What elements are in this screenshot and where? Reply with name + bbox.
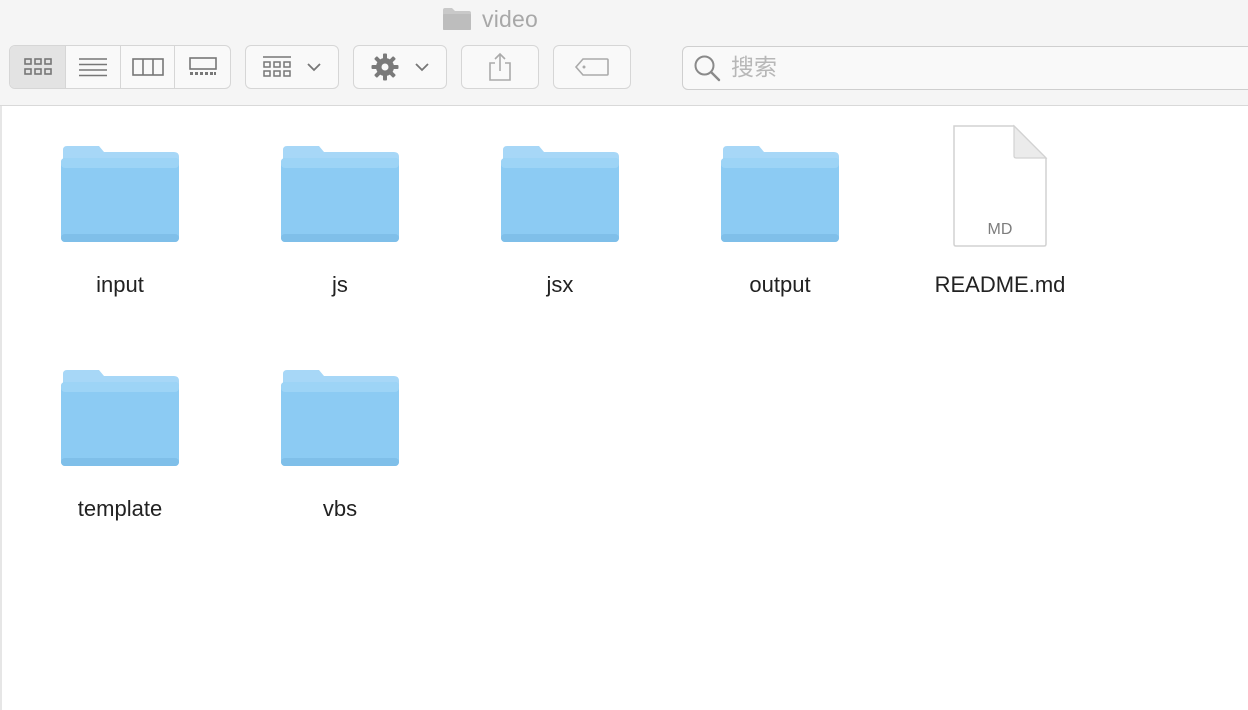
- file-item[interactable]: MD README.md: [900, 106, 1100, 306]
- folder-item[interactable]: input: [20, 106, 220, 306]
- folder-item[interactable]: jsx: [460, 106, 660, 306]
- item-label: template: [77, 496, 163, 521]
- item-label: js: [332, 272, 348, 297]
- item-label: output: [749, 272, 811, 297]
- search-icon: [694, 55, 721, 82]
- document-icon: MD: [939, 124, 1061, 248]
- gear-icon: [371, 53, 399, 81]
- column-view-button[interactable]: [121, 46, 176, 88]
- folder-item[interactable]: js: [240, 106, 440, 306]
- list-icon: [79, 58, 108, 77]
- toolbar: video: [0, 0, 1248, 106]
- view-mode-group: [9, 45, 231, 89]
- item-label: vbs: [322, 496, 358, 521]
- grid-icon: [23, 58, 52, 75]
- gallery-icon: [188, 57, 217, 75]
- file-type-badge: MD: [988, 221, 1013, 238]
- folder-item[interactable]: vbs: [240, 330, 440, 530]
- share-button[interactable]: [461, 45, 539, 89]
- columns-icon: [131, 58, 164, 76]
- file-browser-content: input js jsx output MD README.md templat…: [0, 106, 1248, 710]
- folder-icon: [443, 8, 471, 30]
- folder-icon: [281, 146, 399, 242]
- chevron-down-icon: [415, 63, 429, 72]
- list-view-button[interactable]: [66, 46, 121, 88]
- window-title-text: video: [482, 5, 538, 32]
- tags-button[interactable]: [553, 45, 631, 89]
- share-icon: [489, 52, 511, 81]
- folder-icon: [721, 146, 839, 242]
- search-field[interactable]: [682, 46, 1248, 90]
- item-label: README.md: [934, 272, 1066, 297]
- search-input[interactable]: [729, 54, 1133, 82]
- chevron-down-icon: [307, 63, 321, 72]
- window-title: video: [442, 4, 538, 34]
- folder-item[interactable]: template: [20, 330, 220, 530]
- gallery-view-button[interactable]: [175, 46, 230, 88]
- folder-item[interactable]: output: [680, 106, 880, 306]
- item-label: jsx: [546, 272, 574, 297]
- action-menu-button[interactable]: [353, 45, 447, 89]
- arrange-icon: [263, 56, 291, 77]
- folder-icon: [501, 146, 619, 242]
- group-by-button[interactable]: [245, 45, 339, 89]
- item-label: input: [96, 272, 144, 297]
- folder-icon: [281, 370, 399, 466]
- tag-icon: [574, 58, 609, 76]
- folder-icon: [61, 146, 179, 242]
- icon-view-button[interactable]: [10, 46, 67, 88]
- folder-icon: [61, 370, 179, 466]
